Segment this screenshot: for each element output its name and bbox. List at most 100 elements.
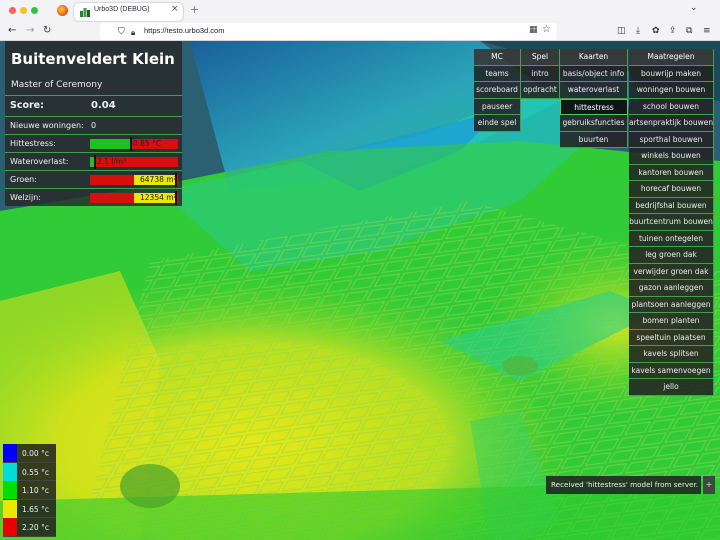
legend-swatch (3, 462, 17, 481)
menu-item-school-bouwen[interactable]: school bouwen (629, 98, 714, 115)
download-icon[interactable]: ⤓ (636, 26, 640, 36)
menu-item-woningen-bouwen[interactable]: woningen bouwen (629, 82, 714, 99)
legend-swatch (3, 481, 17, 499)
green-value: 64738 m² (140, 175, 177, 184)
menu-item-basis-object-info[interactable]: basis/object info (560, 65, 628, 82)
lock-icon[interactable]: 🔒︎ (131, 26, 135, 40)
flooding-row: Wateroverlast: 2.1 l/m² (5, 152, 182, 170)
status-toast: Received 'hittestress' model from server… (546, 476, 701, 494)
wellbeing-bar: 12354 m² (90, 191, 178, 205)
heat-stress-bar: 0.85 °C (90, 137, 178, 151)
legend-row: 0.55 °c (3, 462, 56, 481)
menu-header-spel[interactable]: Spel (521, 49, 560, 66)
wellbeing-row: Welzijn: 12354 m² (5, 188, 182, 206)
shield-icon[interactable]: ⛉ (118, 25, 125, 39)
new-homes-value: 0 (91, 121, 97, 130)
menu-item-bouwrijp-maken[interactable]: bouwrijp maken (629, 65, 714, 82)
flooding-bar: 2.1 l/m² (90, 155, 178, 169)
menu-item-bomen-planten[interactable]: bomen planten (629, 313, 714, 330)
extensions-puzzle-icon[interactable]: ⧉ (686, 26, 692, 36)
browser-tab-active[interactable]: Urbo3D (DEBUG) × (74, 3, 183, 21)
menu-item-horecaf-bouwen[interactable]: horecaf bouwen (629, 181, 714, 198)
tab-title: Urbo3D (DEBUG) (94, 6, 150, 13)
new-tab-button[interactable]: + (190, 3, 199, 16)
menu-item-kavels-splitsen[interactable]: kavels splitsen (629, 346, 714, 363)
menu-header-maatregelen[interactable]: Maatregelen (629, 49, 714, 66)
menu-item-verwijder-groen-dak[interactable]: verwijder groen dak (629, 263, 714, 280)
score-value: 0.04 (91, 100, 116, 111)
legend-swatch (3, 444, 17, 462)
menu-item-kantoren-bouwen[interactable]: kantoren bouwen (629, 164, 714, 181)
toast-expand-button[interactable]: + (703, 476, 715, 494)
menu-item-einde-spel[interactable]: einde spel (474, 115, 521, 132)
tab-bar: Urbo3D (DEBUG) × + ⌄ (0, 0, 720, 22)
address-bar[interactable]: ⛉ 🔒︎ https://testo.urbo3d.com ▦ ☆ (100, 23, 557, 40)
back-button[interactable]: ← (8, 24, 16, 38)
legend-row: 0.00 °c (3, 444, 56, 463)
score-row: Score: 0.04 (5, 95, 182, 116)
menu-item-gebruiksfuncties[interactable]: gebruiksfuncties (560, 115, 628, 132)
url-text[interactable]: https://testo.urbo3d.com (144, 26, 224, 35)
legend-row: 2.20 °c (3, 518, 56, 537)
new-homes-label: Nieuwe woningen: (10, 121, 84, 130)
flooding-label: Wateroverlast: (10, 157, 69, 166)
menu-item-sporthal-bouwen[interactable]: sporthal bouwen (629, 131, 714, 148)
legend-label: 0.00 °c (22, 449, 49, 458)
menu-header-mc[interactable]: MC (474, 49, 521, 66)
maximize-window-button[interactable] (31, 7, 38, 14)
wellbeing-label: Welzijn: (10, 193, 41, 202)
menu-item-pauseer[interactable]: pauseer (474, 98, 521, 115)
menu-mc: MC teams scoreboard pauseer einde spel (474, 49, 521, 132)
menu-item-leg-groen-dak[interactable]: leg groen dak (629, 247, 714, 264)
close-window-button[interactable] (9, 7, 16, 14)
menu-item-bedrijfshal-bouwen[interactable]: bedrijfshal bouwen (629, 197, 714, 214)
legend-label: 1.10 °c (22, 486, 49, 495)
score-label: Score: (10, 100, 44, 111)
green-bar: 64738 m² (90, 173, 178, 187)
menu-item-tuinen-ontegelen[interactable]: tuinen ontegelen (629, 230, 714, 247)
legend-label: 1.65 °c (22, 504, 49, 514)
menu-item-artsenpraktijk-bouwen[interactable]: artsenpraktijk bouwen (629, 115, 714, 132)
map-viewport[interactable]: Buitenveldert Klein Master of Ceremony S… (0, 41, 720, 540)
flooding-bar-marker (94, 155, 96, 169)
tab-list-chevron-icon[interactable]: ⌄ (690, 3, 698, 13)
hamburger-menu-icon[interactable]: ≡ (703, 26, 711, 36)
menu-item-scoreboard[interactable]: scoreboard (474, 82, 521, 99)
forward-button[interactable]: → (26, 24, 34, 38)
green-row: Groen: 64738 m² (5, 170, 182, 188)
new-homes-row: Nieuwe woningen: 0 (5, 116, 182, 134)
legend-swatch (3, 518, 17, 536)
menu-item-winkels-bouwen[interactable]: winkels bouwen (629, 148, 714, 165)
share-icon[interactable]: ⇪ (669, 26, 677, 36)
menu-item-opdracht[interactable]: opdracht (521, 82, 560, 99)
heat-stress-label: Hittestress: (10, 139, 56, 148)
menu-item-plantsoen-aanleggen[interactable]: plantsoen aanleggen (629, 296, 714, 313)
wellbeing-value: 12354 m² (140, 193, 177, 202)
pocket-icon[interactable]: ◫ (617, 26, 626, 36)
green-label: Groen: (10, 175, 37, 184)
menu-maatregelen: Maatregelen bouwrijp maken woningen bouw… (629, 49, 714, 396)
menu-item-hittestress[interactable]: hittestress (560, 98, 628, 115)
menu-item-buurtcentrum-bouwen[interactable]: buurtcentrum bouwen (629, 214, 714, 231)
menu-item-intro[interactable]: intro (521, 65, 560, 82)
minimize-window-button[interactable] (20, 7, 27, 14)
menu-header-kaarten[interactable]: Kaarten (560, 49, 628, 66)
tab-close-icon[interactable]: × (171, 4, 179, 14)
menu-item-jello[interactable]: jello (629, 379, 714, 396)
menu-spel: Spel intro opdracht (521, 49, 560, 99)
menu-item-teams[interactable]: teams (474, 65, 521, 82)
menu-item-kavels-samenvoegen[interactable]: kavels samenvoegen (629, 362, 714, 379)
qr-code-icon[interactable]: ▦ (529, 25, 538, 35)
heat-legend: 0.00 °c 0.55 °c 1.10 °c 1.65 °c 2.20 °c (3, 444, 56, 537)
project-title: Buitenveldert Klein (11, 50, 175, 68)
bookmark-star-icon[interactable]: ☆ (542, 24, 551, 35)
extension-icon[interactable]: ✿ (652, 26, 660, 36)
role-subtitle: Master of Ceremony (11, 80, 103, 90)
menu-item-buurten[interactable]: buurten (560, 131, 628, 148)
menu-item-gazon-aanleggen[interactable]: gazon aanleggen (629, 280, 714, 297)
reload-button[interactable]: ↻ (43, 24, 51, 38)
firefox-view-icon[interactable] (57, 5, 68, 16)
flooding-value: 2.1 l/m² (97, 157, 127, 166)
menu-item-speeltuin-plaatsen[interactable]: speeltuin plaatsen (629, 329, 714, 346)
menu-item-wateroverlast[interactable]: wateroverlast (560, 82, 628, 99)
